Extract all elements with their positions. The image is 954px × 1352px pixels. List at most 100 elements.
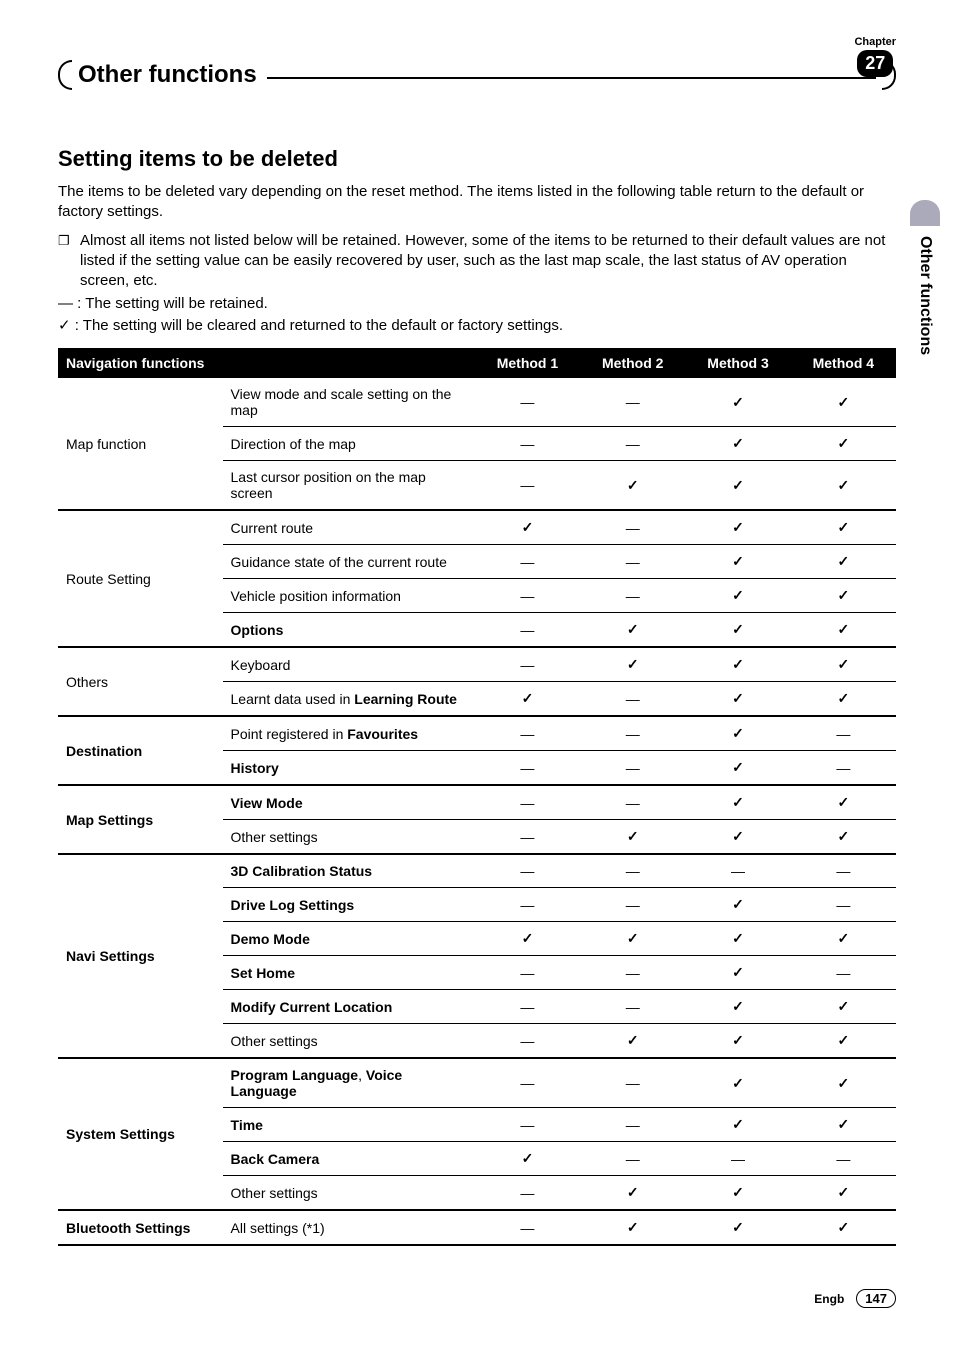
method-cell [475,461,580,511]
item-label: History [223,751,475,786]
page-title-bar: Other functions [58,60,896,90]
footer-page: 147 [856,1289,896,1308]
check-icon [627,1184,639,1200]
check-icon [837,690,849,706]
method-cell [685,751,790,786]
dash-icon [520,795,534,811]
method-cell [475,922,580,956]
method-cell [580,785,685,820]
method-cell [791,956,896,990]
dash-icon [520,1033,534,1049]
method-cell [475,545,580,579]
method-cell [685,1142,790,1176]
section-heading: Setting items to be deleted [58,146,896,172]
item-label: 3D Calibration Status [223,854,475,888]
dash-icon [520,622,534,638]
method-cell [580,378,685,427]
dash-icon [626,1117,640,1133]
page-footer: Engb 147 [814,1289,896,1308]
method-cell [791,579,896,613]
item-label: Learnt data used in Learning Route [223,682,475,717]
chapter-number: 27 [857,50,893,77]
method-cell [685,990,790,1024]
table-row: Map SettingsView Mode [58,785,896,820]
intro-paragraph: The items to be deleted vary depending o… [58,182,896,223]
dash-icon [520,760,534,776]
dash-icon [520,863,534,879]
method-cell [580,820,685,855]
group-label: Route Setting [58,510,223,647]
method-cell [580,613,685,648]
dash-icon [836,897,850,913]
th-method2: Method 2 [580,348,685,378]
method-cell [685,579,790,613]
method-cell [475,785,580,820]
group-label: System Settings [58,1058,223,1210]
dash-icon [626,1151,640,1167]
method-cell [580,854,685,888]
method-cell [580,956,685,990]
method-cell [685,427,790,461]
item-label: Guidance state of the current route [223,545,475,579]
check-icon [837,828,849,844]
method-cell [791,510,896,545]
method-cell [791,613,896,648]
table-row: DestinationPoint registered in Favourite… [58,716,896,751]
method-cell [580,1108,685,1142]
dash-icon [626,795,640,811]
method-cell [685,545,790,579]
method-cell [475,990,580,1024]
dash-icon [520,394,534,410]
check-icon [627,930,639,946]
dash-icon [520,965,534,981]
dash-icon [836,1151,850,1167]
check-icon [837,587,849,603]
method-cell [791,378,896,427]
method-cell [791,785,896,820]
th-method4: Method 4 [791,348,896,378]
item-label: Drive Log Settings [223,888,475,922]
side-tab: Other functions [910,200,940,355]
dash-icon [836,965,850,981]
method-cell [475,854,580,888]
item-label: Program Language, Voice Language [223,1058,475,1108]
method-cell [475,427,580,461]
method-cell [685,1024,790,1059]
dash-icon [836,863,850,879]
method-cell [580,1142,685,1176]
dash-icon [626,554,640,570]
legend-dash: — : The setting will be retained. [58,295,896,312]
check-icon [732,759,744,775]
method-cell [475,1024,580,1059]
note-text: Almost all items not listed below will b… [80,231,896,292]
method-cell [475,647,580,682]
method-cell [475,579,580,613]
method-cell [685,854,790,888]
method-cell [475,888,580,922]
side-tab-cap [910,200,940,226]
th-method3: Method 3 [685,348,790,378]
method-cell [580,647,685,682]
method-cell [685,1210,790,1245]
method-cell [475,682,580,717]
dash-icon [520,554,534,570]
dash-icon [626,965,640,981]
method-cell [791,751,896,786]
method-cell [475,820,580,855]
method-cell [475,751,580,786]
check-icon [732,656,744,672]
method-cell [580,682,685,717]
check-icon [732,998,744,1014]
check-icon [627,656,639,672]
item-label: Point registered in Favourites [223,716,475,751]
method-cell [685,378,790,427]
method-cell [791,461,896,511]
item-label: Other settings [223,1024,475,1059]
check-icon [837,998,849,1014]
dash-icon [626,394,640,410]
check-icon [732,519,744,535]
check-icon [732,553,744,569]
check-icon [837,794,849,810]
dash-icon [520,588,534,604]
chapter-label: Chapter [854,36,896,48]
